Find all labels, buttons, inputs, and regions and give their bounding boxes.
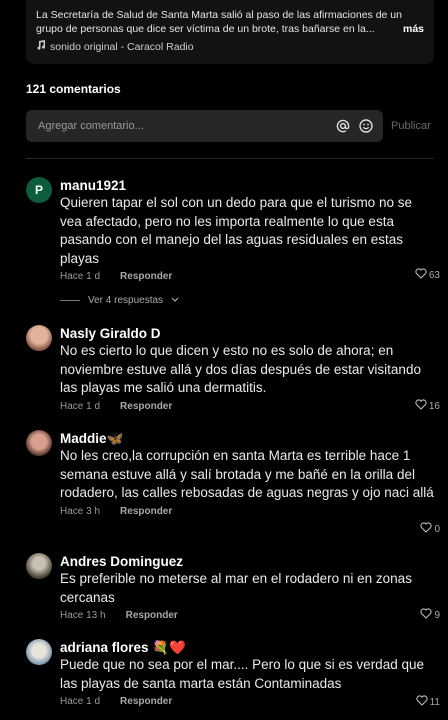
at-sign-icon[interactable] (335, 119, 350, 134)
caption-text: La Secretaría de Salud de Santa Marta sa… (36, 8, 424, 36)
comment-time: Hace 3 h (60, 505, 101, 517)
comment-username[interactable]: Nasly Giraldo D (60, 325, 436, 342)
caption-box: La Secretaría de Salud de Santa Marta sa… (26, 0, 434, 64)
music-note-icon (36, 40, 46, 53)
like-count: 0 (434, 523, 440, 535)
comment-username[interactable]: adriana flores 💐❤️ (60, 639, 436, 656)
comment-input[interactable] (36, 119, 335, 133)
comment-time: Hace 1 d (60, 400, 101, 412)
like-button[interactable]: 63 (415, 268, 440, 282)
comment-time: Hace 1 d (60, 696, 101, 707)
caption-line-1: La Secretaría de Salud de Santa Marta sa… (36, 9, 402, 21)
sound-row[interactable]: sonido original - Caracol Radio (36, 40, 424, 53)
view-replies-label: Ver 4 respuestas (88, 295, 164, 306)
avatar[interactable] (26, 639, 52, 665)
heart-icon (415, 268, 427, 282)
reply-button[interactable]: Responder (120, 696, 172, 707)
heart-icon (415, 399, 427, 413)
like-button[interactable]: 16 (415, 399, 440, 413)
comment-username[interactable]: Andres Dominguez (60, 553, 436, 570)
comment-input-box[interactable] (26, 110, 383, 142)
divider (26, 158, 434, 159)
comment-time: Hace 1 d (60, 271, 101, 282)
comment-text: Quieren tapar el sol con un dedo para qu… (60, 195, 412, 266)
like-button[interactable]: 9 (420, 608, 440, 622)
like-button[interactable]: 0 (420, 522, 440, 536)
comment-text: No les creo,la corrupción en santa Marta… (60, 448, 434, 500)
comment-username[interactable]: Maddie🦋 (60, 430, 436, 447)
avatar[interactable] (26, 553, 52, 579)
like-button[interactable]: 11 (416, 695, 440, 709)
comment-username[interactable]: manu1921 (60, 177, 436, 194)
chevron-down-icon (171, 295, 179, 306)
like-count: 9 (434, 609, 440, 621)
like-count: 63 (428, 269, 440, 281)
like-count: 16 (428, 400, 440, 412)
heart-icon (416, 695, 428, 709)
more-link[interactable]: más (403, 22, 424, 36)
sound-label: sonido original - Caracol Radio (50, 40, 194, 53)
comment-text: Puede que no sea por el mar.... Pero lo … (60, 657, 424, 691)
emoji-icon[interactable] (358, 119, 373, 134)
avatar[interactable] (26, 325, 52, 351)
reply-button[interactable]: Responder (120, 271, 172, 282)
avatar[interactable]: P (26, 177, 52, 203)
comment-text: No es cierto lo que dicen y esto no es s… (60, 343, 421, 395)
like-count: 11 (429, 696, 440, 708)
reply-button[interactable]: Responder (120, 506, 172, 517)
publish-button[interactable]: Publicar (391, 120, 431, 132)
comments-count: 121 comentarios (26, 82, 121, 96)
reply-button[interactable]: Responder (126, 610, 178, 621)
caption-line-2: grupo de personas que dice ser víctima d… (36, 23, 375, 35)
comment-time: Hace 13 h (60, 610, 106, 621)
reply-button[interactable]: Responder (120, 401, 172, 412)
view-replies-button[interactable]: Ver 4 respuestas (60, 295, 179, 306)
comment-text: Es preferible no meterse al mar en el ro… (60, 571, 412, 605)
heart-icon (420, 608, 433, 622)
avatar[interactable] (26, 430, 52, 456)
avatar-initial: P (34, 183, 43, 197)
heart-icon (420, 522, 433, 536)
